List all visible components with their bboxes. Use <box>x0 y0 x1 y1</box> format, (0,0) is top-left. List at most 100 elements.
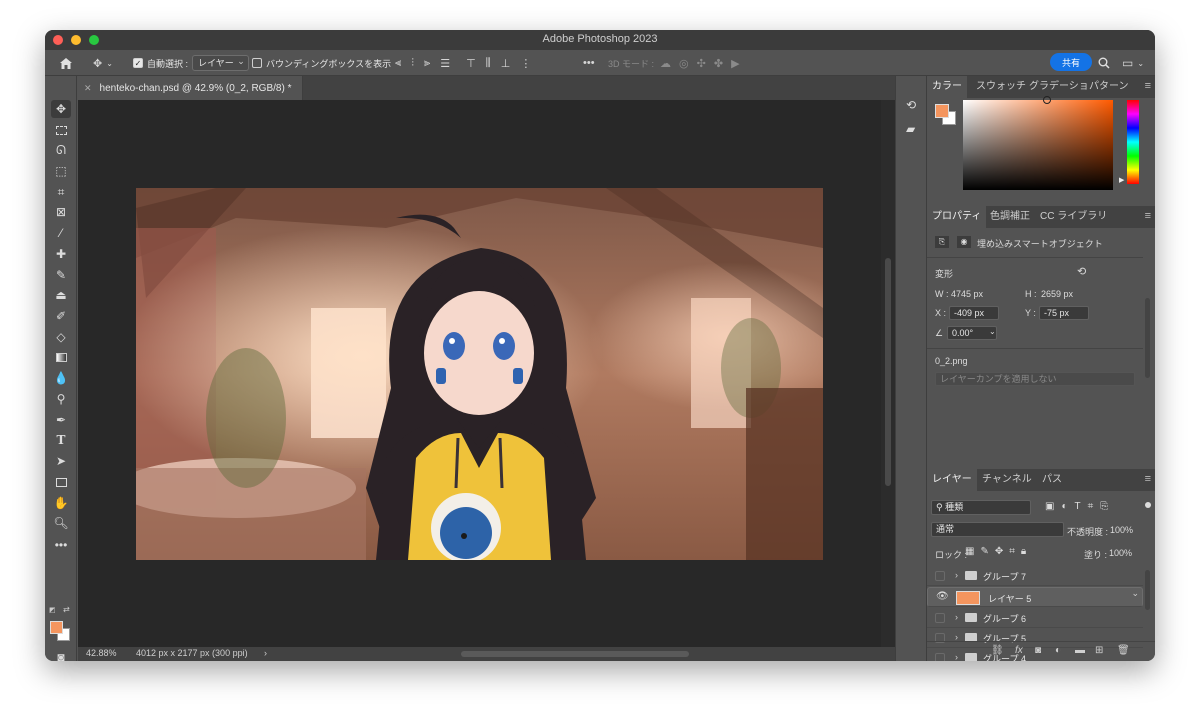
add-mask-icon[interactable]: ◙ <box>1035 645 1041 656</box>
layer-row[interactable]: › グループ 7 <box>927 566 1143 586</box>
move-tool[interactable]: ✥ <box>51 100 71 118</box>
tab-paths[interactable]: パス <box>1037 469 1067 491</box>
width-value[interactable]: 4745 px <box>951 289 983 299</box>
more-tools[interactable]: ••• <box>51 536 71 554</box>
new-layer-icon[interactable]: ⊞ <box>1095 645 1103 656</box>
layer-comp-dropdown[interactable]: レイヤーカンプを適用しない <box>935 372 1135 386</box>
3d-slide-icon[interactable]: ✤ <box>714 57 723 70</box>
stamp-tool[interactable]: ⏏ <box>51 286 71 304</box>
eraser-tool[interactable]: ◇ <box>51 328 71 346</box>
align-center-h-icon[interactable]: ⫶ <box>411 57 414 70</box>
zoom-tool[interactable]: 🔍︎ <box>51 514 71 532</box>
chevron-right-icon[interactable]: › <box>955 570 958 580</box>
blend-mode-dropdown[interactable]: 通常 <box>931 522 1064 537</box>
tab-properties[interactable]: プロパティ <box>927 206 987 228</box>
3d-pan-icon[interactable]: ✣ <box>697 57 706 70</box>
bounding-box-checkbox[interactable] <box>252 58 262 68</box>
auto-select-dropdown[interactable]: レイヤー <box>192 54 249 71</box>
chevron-right-icon[interactable]: › <box>955 612 958 622</box>
visibility-toggle[interactable] <box>935 613 945 623</box>
history-brush-tool[interactable]: ✐ <box>51 307 71 325</box>
new-group-icon[interactable]: ▬ <box>1075 645 1085 656</box>
foreground-color-swatch[interactable] <box>50 621 63 634</box>
distribute-h-icon[interactable]: ☰ <box>440 57 450 70</box>
artwork-image[interactable] <box>136 188 823 560</box>
zoom-level[interactable]: 42.88% <box>86 648 117 658</box>
panel-menu-icon[interactable]: ≡ <box>1145 473 1151 485</box>
quick-mask-button[interactable]: ◙ <box>51 650 71 661</box>
hue-slider-marker-icon[interactable]: ▶ <box>1119 176 1124 184</box>
close-tab-icon[interactable]: ✕ <box>84 83 92 94</box>
layer-filter-dropdown[interactable]: ⚲ 種類 <box>931 500 1031 515</box>
panel-menu-icon[interactable]: ≡ <box>1145 210 1151 222</box>
tab-patterns[interactable]: パターン <box>1084 76 1134 98</box>
opacity-value[interactable]: 100% <box>1110 525 1133 535</box>
blur-tool[interactable]: 💧 <box>51 369 71 387</box>
fill-value[interactable]: 100% <box>1109 548 1132 558</box>
auto-select-checkbox[interactable]: ✓ <box>133 58 143 68</box>
path-select-tool[interactable]: ➤ <box>51 452 71 470</box>
status-menu-chevron-icon[interactable]: › <box>264 648 267 658</box>
tab-channels[interactable]: チャンネル <box>977 469 1037 491</box>
color-field[interactable] <box>963 96 1113 190</box>
height-value[interactable]: 2659 px <box>1041 289 1073 299</box>
align-bottom-icon[interactable]: ⊥ <box>501 57 511 70</box>
align-left-icon[interactable]: ⫷ <box>395 57 401 70</box>
filter-toggle-icon[interactable] <box>1145 502 1151 508</box>
tab-layers[interactable]: レイヤー <box>927 469 977 491</box>
crop-tool[interactable]: ⌗ <box>51 183 71 201</box>
chevron-down-icon[interactable]: ⌄ <box>989 327 996 336</box>
color-picker-ring[interactable] <box>1043 96 1051 104</box>
color-panel-foreground-swatch[interactable] <box>935 104 949 118</box>
fx-icon[interactable]: fx <box>1015 645 1023 656</box>
comments-panel-icon[interactable]: ▰ <box>906 122 915 136</box>
more-options-button[interactable]: ••• <box>583 50 595 76</box>
rectangle-tool[interactable] <box>51 473 71 491</box>
y-field[interactable]: -75 px <box>1039 306 1089 320</box>
pen-tool[interactable]: ✒ <box>51 411 71 429</box>
reset-transform-icon[interactable]: ⟲ <box>1077 265 1086 278</box>
home-button[interactable] <box>59 50 73 76</box>
3d-camera-icon[interactable]: ▶ <box>731 57 739 70</box>
distribute-v-icon[interactable]: ⋮ <box>520 57 531 70</box>
align-right-icon[interactable]: ⫸ <box>424 57 430 70</box>
tab-adjustments[interactable]: 色調補正 <box>985 206 1035 228</box>
trash-icon[interactable]: 🗑︎ <box>1117 645 1130 656</box>
tab-cc-libraries[interactable]: CC ライブラリ <box>1035 206 1112 228</box>
canvas-area[interactable] <box>78 100 881 647</box>
marquee-tool[interactable] <box>51 121 71 139</box>
layer-filter-icons[interactable]: ▣◐T⌗⎘ <box>1045 501 1115 512</box>
link-layers-icon[interactable]: ⛓ <box>991 645 1004 656</box>
canvas-vertical-scrollbar[interactable] <box>881 100 895 647</box>
layer-row[interactable]: › グループ 6 <box>927 608 1143 628</box>
move-tool-preset[interactable]: ✥ ⌄ <box>93 50 113 76</box>
adjustment-layer-icon[interactable]: ◐ <box>1055 645 1061 656</box>
panel-menu-icon[interactable]: ≡ <box>1145 80 1151 92</box>
3d-orbit-icon[interactable]: ☁ <box>660 57 671 70</box>
horizontal-scroll-thumb[interactable] <box>461 651 689 657</box>
hue-slider[interactable] <box>1127 100 1139 184</box>
layers-scrollbar[interactable] <box>1145 570 1150 610</box>
vertical-scroll-thumb[interactable] <box>885 258 891 486</box>
layer-row[interactable]: 👁︎ レイヤー 5 <box>927 586 1143 607</box>
document-tab[interactable]: ✕ henteko-chan.psd @ 42.9% (0_2, RGB/8) … <box>78 76 303 100</box>
align-middle-v-icon[interactable]: ⫼ <box>486 57 491 70</box>
workspace-button[interactable]: ▭ ⌄ <box>1122 50 1144 76</box>
visibility-toggle[interactable] <box>935 571 945 581</box>
healing-brush-tool[interactable]: ✚ <box>51 245 71 263</box>
align-top-icon[interactable]: ⊤ <box>466 57 476 70</box>
search-button[interactable] <box>1098 50 1110 76</box>
brush-tool[interactable]: ✎ <box>51 266 71 284</box>
swap-colors-icon[interactable]: ⇄ <box>63 605 70 614</box>
share-button[interactable]: 共有 <box>1050 53 1092 71</box>
lasso-tool[interactable]: ᘏ <box>51 141 71 159</box>
frame-tool[interactable]: ⊠ <box>51 203 71 221</box>
lock-icons[interactable]: ▦✎✥⌗🔒︎ <box>965 546 1032 557</box>
3d-roll-icon[interactable]: ◎ <box>679 57 689 70</box>
hand-tool[interactable]: ✋ <box>51 494 71 512</box>
dodge-tool[interactable]: ⚲ <box>51 390 71 408</box>
history-panel-icon[interactable]: ⟲ <box>906 98 916 112</box>
type-tool[interactable]: T <box>51 431 71 449</box>
tab-swatches[interactable]: スウォッチ <box>971 76 1031 98</box>
eyedropper-tool[interactable]: ⁄ <box>51 224 71 242</box>
